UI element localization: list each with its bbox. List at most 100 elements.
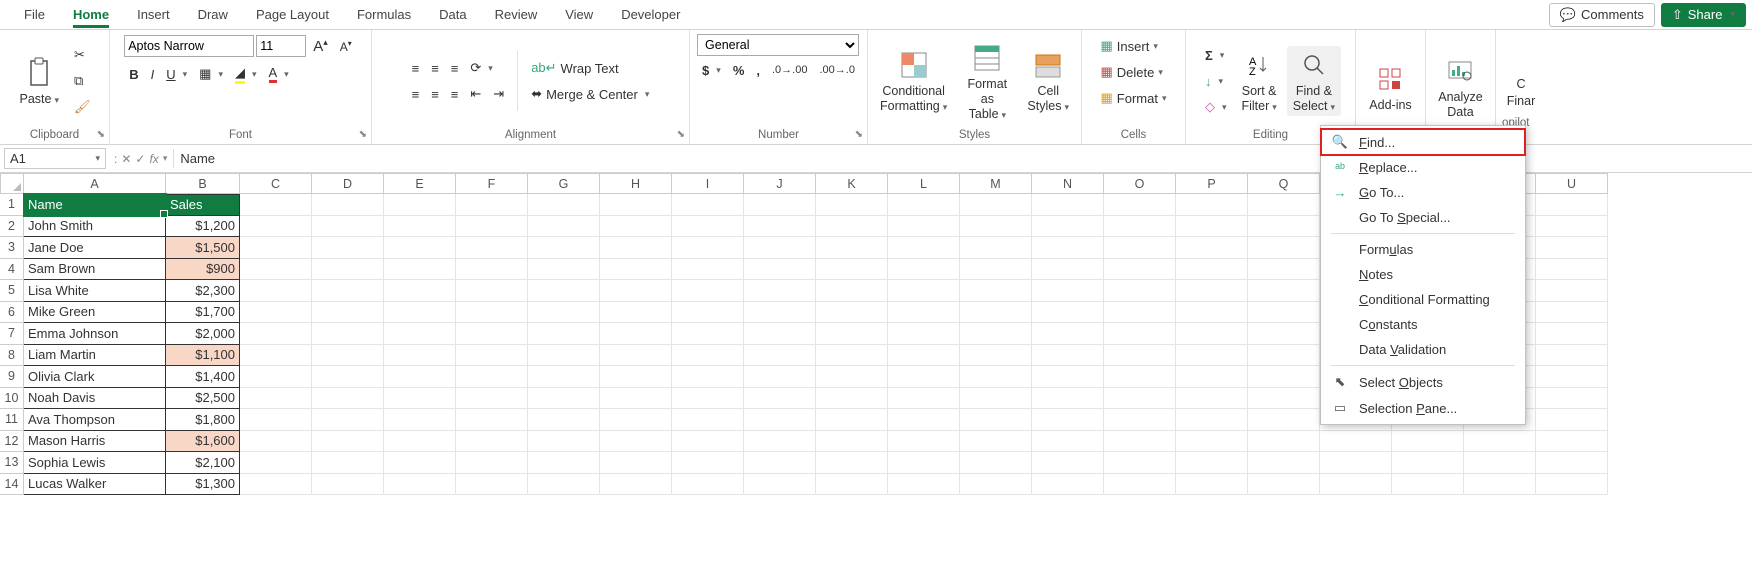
cell[interactable] bbox=[1536, 388, 1608, 410]
borders-button[interactable]: ▦ bbox=[194, 62, 228, 86]
cell[interactable] bbox=[1248, 237, 1320, 259]
dropdown-selection-pane[interactable]: ▭ Selection Pane... bbox=[1321, 395, 1525, 421]
cell[interactable] bbox=[312, 345, 384, 367]
cell[interactable] bbox=[384, 259, 456, 281]
cell[interactable] bbox=[672, 216, 744, 238]
cell[interactable] bbox=[888, 237, 960, 259]
select-all-corner[interactable] bbox=[0, 173, 24, 194]
cell[interactable] bbox=[384, 237, 456, 259]
cell[interactable] bbox=[240, 259, 312, 281]
cell[interactable] bbox=[600, 366, 672, 388]
cell[interactable] bbox=[816, 474, 888, 496]
column-header-J[interactable]: J bbox=[744, 173, 816, 194]
cell[interactable] bbox=[312, 194, 384, 216]
cell[interactable] bbox=[1176, 409, 1248, 431]
cell[interactable] bbox=[240, 323, 312, 345]
cell[interactable] bbox=[1032, 431, 1104, 453]
cell[interactable] bbox=[1104, 452, 1176, 474]
cell-A13[interactable]: Sophia Lewis bbox=[24, 452, 166, 474]
cell[interactable] bbox=[1032, 302, 1104, 324]
cell[interactable] bbox=[744, 216, 816, 238]
cell[interactable] bbox=[1536, 323, 1608, 345]
cell[interactable] bbox=[888, 259, 960, 281]
dropdown-find[interactable]: 🔍 Find... bbox=[1321, 129, 1525, 155]
number-launcher[interactable]: ⬊ bbox=[855, 129, 863, 140]
cell[interactable] bbox=[744, 237, 816, 259]
column-header-C[interactable]: C bbox=[240, 173, 312, 194]
cell-A11[interactable]: Ava Thompson bbox=[24, 409, 166, 431]
dropdown-cond-format[interactable]: Conditional Formatting bbox=[1321, 287, 1525, 312]
cut-button[interactable]: ✂ bbox=[69, 43, 96, 67]
column-header-A[interactable]: A bbox=[24, 173, 166, 194]
cell-B8[interactable]: $1,100 bbox=[166, 345, 240, 367]
tab-insert[interactable]: Insert bbox=[123, 2, 184, 27]
cell[interactable] bbox=[1176, 388, 1248, 410]
cell[interactable] bbox=[1176, 302, 1248, 324]
cell[interactable] bbox=[960, 388, 1032, 410]
cell[interactable] bbox=[960, 474, 1032, 496]
cell[interactable] bbox=[240, 194, 312, 216]
cell[interactable] bbox=[1176, 216, 1248, 238]
merge-center-button[interactable]: ⬌ Merge & Center bbox=[526, 82, 654, 106]
cell[interactable] bbox=[744, 280, 816, 302]
cell[interactable] bbox=[240, 216, 312, 238]
row-header-9[interactable]: 9 bbox=[0, 366, 24, 388]
cell[interactable] bbox=[672, 474, 744, 496]
cell[interactable] bbox=[672, 302, 744, 324]
cell[interactable] bbox=[1176, 345, 1248, 367]
cell[interactable] bbox=[456, 366, 528, 388]
cell-B1[interactable]: Sales bbox=[166, 194, 240, 216]
cell[interactable] bbox=[816, 302, 888, 324]
row-header-13[interactable]: 13 bbox=[0, 452, 24, 474]
cell[interactable] bbox=[1032, 259, 1104, 281]
cell[interactable] bbox=[312, 452, 384, 474]
cell[interactable] bbox=[1104, 302, 1176, 324]
name-box[interactable]: A1 ▾ bbox=[4, 148, 106, 169]
format-cells-button[interactable]: ▦Format▾ bbox=[1096, 86, 1172, 110]
cell[interactable] bbox=[744, 388, 816, 410]
cell[interactable] bbox=[1032, 237, 1104, 259]
cell[interactable] bbox=[1176, 474, 1248, 496]
dropdown-goto[interactable]: → Go To... bbox=[1321, 180, 1525, 205]
sort-filter-button[interactable]: AZ Sort & Filter bbox=[1235, 46, 1282, 116]
increase-indent-button[interactable]: ⇥ bbox=[488, 82, 509, 106]
cell-A4[interactable]: Sam Brown bbox=[24, 259, 166, 281]
cell-B10[interactable]: $2,500 bbox=[166, 388, 240, 410]
cell[interactable] bbox=[744, 323, 816, 345]
cell[interactable] bbox=[456, 431, 528, 453]
delete-cells-button[interactable]: ▦Delete▾ bbox=[1096, 60, 1168, 84]
cell[interactable] bbox=[888, 345, 960, 367]
cell[interactable] bbox=[1104, 323, 1176, 345]
cell[interactable] bbox=[816, 388, 888, 410]
tab-developer[interactable]: Developer bbox=[607, 2, 694, 27]
dropdown-formulas[interactable]: Formulas bbox=[1321, 237, 1525, 262]
cell[interactable] bbox=[1536, 194, 1608, 216]
cell[interactable] bbox=[528, 366, 600, 388]
cell[interactable] bbox=[600, 474, 672, 496]
cell[interactable] bbox=[816, 194, 888, 216]
cell[interactable] bbox=[960, 302, 1032, 324]
column-header-L[interactable]: L bbox=[888, 173, 960, 194]
cell[interactable] bbox=[1104, 345, 1176, 367]
cell[interactable] bbox=[1248, 409, 1320, 431]
cell[interactable] bbox=[960, 345, 1032, 367]
conditional-formatting-button[interactable]: Conditional Formatting bbox=[874, 46, 953, 116]
cell[interactable] bbox=[744, 259, 816, 281]
cell[interactable] bbox=[1104, 409, 1176, 431]
formula-enter-icon[interactable]: ✓ bbox=[135, 152, 145, 166]
cell[interactable] bbox=[528, 345, 600, 367]
decrease-indent-button[interactable]: ⇤ bbox=[465, 82, 486, 106]
cell[interactable] bbox=[600, 323, 672, 345]
cell[interactable] bbox=[1032, 474, 1104, 496]
font-size-select[interactable] bbox=[256, 35, 306, 57]
cell[interactable] bbox=[456, 345, 528, 367]
cell[interactable] bbox=[600, 216, 672, 238]
cell[interactable] bbox=[1248, 323, 1320, 345]
cell-B12[interactable]: $1,600 bbox=[166, 431, 240, 453]
column-header-N[interactable]: N bbox=[1032, 173, 1104, 194]
column-header-U[interactable]: U bbox=[1536, 173, 1608, 194]
column-header-Q[interactable]: Q bbox=[1248, 173, 1320, 194]
cell[interactable] bbox=[1248, 194, 1320, 216]
wrap-text-button[interactable]: ab↵ Wrap Text bbox=[526, 56, 654, 80]
dropdown-select-objects[interactable]: ⬉ Select Objects bbox=[1321, 369, 1525, 395]
